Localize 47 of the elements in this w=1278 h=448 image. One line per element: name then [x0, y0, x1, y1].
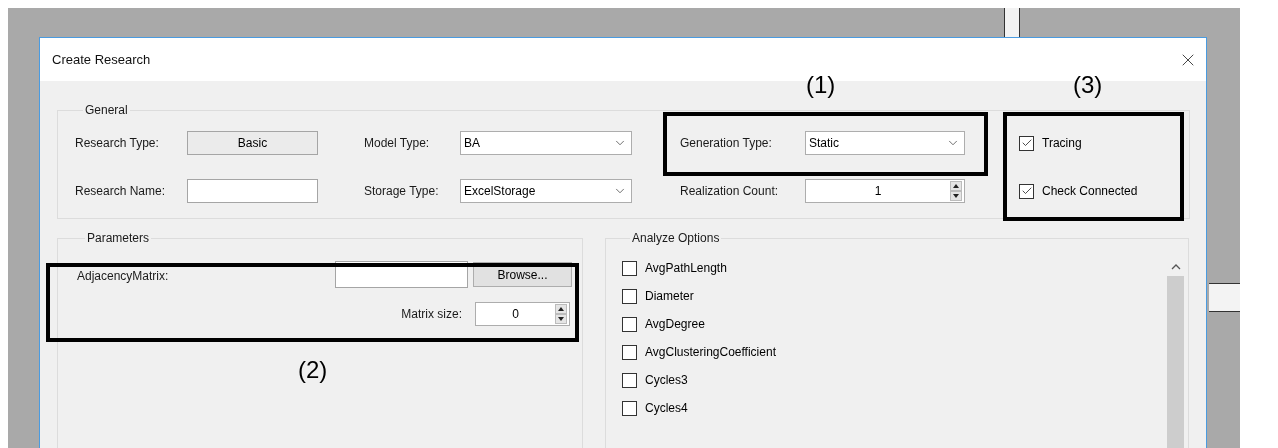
- dropdown[interactable]: BA: [460, 131, 632, 155]
- spin-down-icon[interactable]: [950, 191, 962, 201]
- dropdown[interactable]: ExcelStorage: [460, 179, 632, 203]
- window-title: Create Research: [52, 50, 152, 69]
- check-icon: [1020, 185, 1033, 197]
- checkbox[interactable]: [622, 316, 637, 332]
- checkbox-label: Check Connected: [1042, 183, 1138, 200]
- annotation-label: (1): [806, 70, 836, 100]
- group-title: General: [84, 102, 129, 119]
- research-type-field: Basic: [187, 131, 318, 155]
- checkbox[interactable]: [622, 400, 637, 416]
- field-label: Research Type:: [75, 135, 160, 152]
- checkbox-label: Cycles3: [645, 372, 688, 389]
- number-spinner[interactable]: 0: [475, 302, 570, 326]
- checkbox[interactable]: [1019, 135, 1034, 151]
- checkbox-label: Tracing: [1042, 135, 1082, 152]
- scroll-up-icon[interactable]: [1170, 264, 1181, 270]
- checkbox-label: AvgClusteringCoefficient: [645, 344, 776, 361]
- checkbox-label: AvgPathLength: [645, 260, 727, 277]
- checkbox-label: Cycles4: [645, 400, 688, 417]
- check-icon: [1020, 137, 1033, 149]
- spin-up-icon[interactable]: [555, 304, 567, 314]
- field-label: Realization Count:: [680, 183, 780, 200]
- field-label: Model Type:: [364, 135, 431, 152]
- field-label: Research Name:: [75, 183, 167, 200]
- field-label: Matrix size:: [400, 306, 462, 323]
- annotation-label: (2): [298, 355, 328, 385]
- scrollbar-thumb[interactable]: [1167, 275, 1184, 448]
- research-name-input[interactable]: [187, 179, 318, 203]
- field-label: Generation Type:: [680, 135, 773, 152]
- dropdown[interactable]: Static: [805, 131, 965, 155]
- checkbox[interactable]: [622, 288, 637, 304]
- number-spinner[interactable]: 1: [805, 179, 965, 203]
- checkbox-label: Diameter: [645, 288, 694, 305]
- annotation-label: (3): [1073, 70, 1103, 100]
- checkbox[interactable]: [1019, 183, 1034, 199]
- group-title: Analyze Options: [631, 230, 721, 247]
- checkbox[interactable]: [622, 344, 637, 360]
- background-window-edge: [1209, 283, 1240, 312]
- checkbox-label: AvgDegree: [645, 316, 705, 333]
- group-title: Parameters: [86, 230, 151, 247]
- field-label: Storage Type:: [364, 183, 440, 200]
- field-label: AdjacencyMatrix:: [77, 268, 170, 285]
- checkbox[interactable]: [622, 260, 637, 276]
- checkbox[interactable]: [622, 372, 637, 388]
- spin-down-icon[interactable]: [555, 314, 567, 324]
- spin-up-icon[interactable]: [950, 181, 962, 191]
